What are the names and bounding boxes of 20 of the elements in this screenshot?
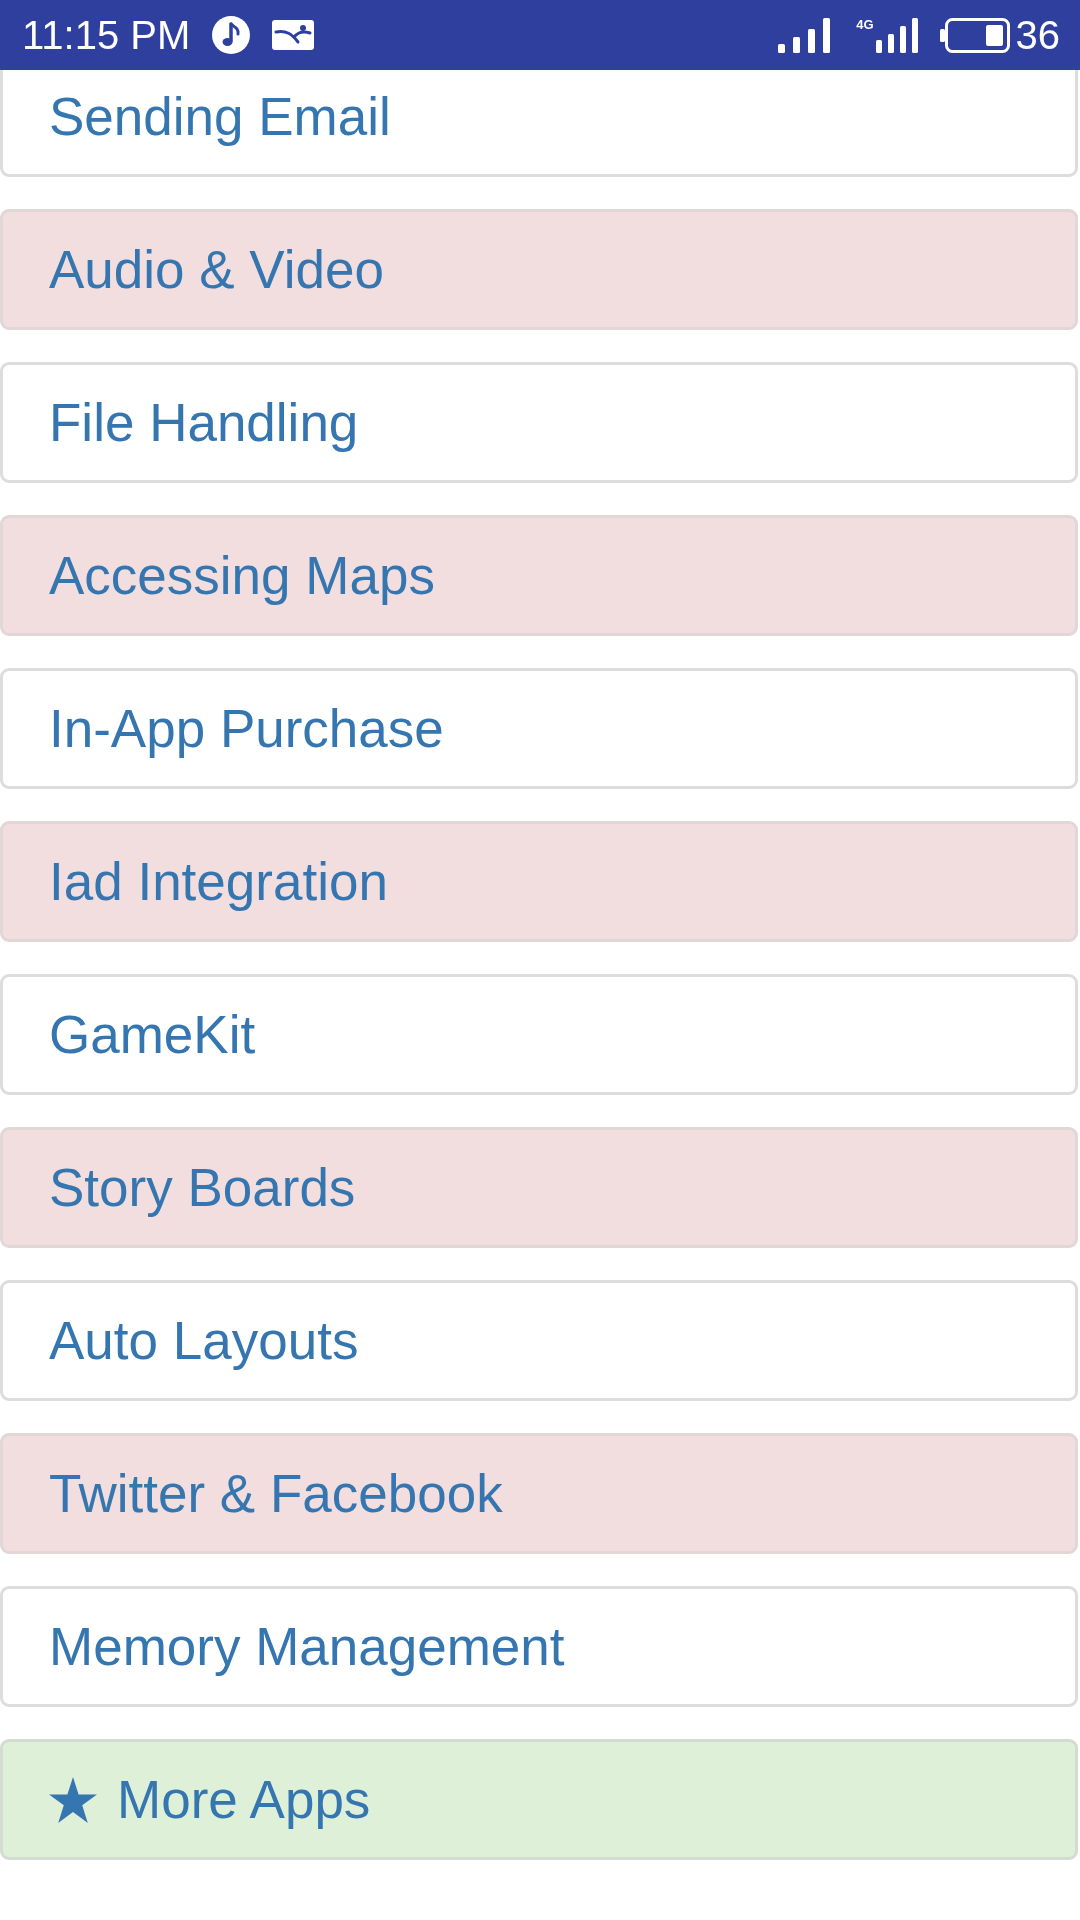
music-note-icon	[212, 16, 251, 54]
list-item[interactable]: Accessing Maps	[0, 515, 1078, 636]
list-item[interactable]: More Apps	[0, 1739, 1078, 1860]
list-item[interactable]: File Handling	[0, 362, 1078, 483]
list-item[interactable]: In-App Purchase	[0, 668, 1078, 789]
signal-icon	[875, 17, 920, 53]
image-icon	[272, 20, 315, 50]
network-type-label: 4G	[856, 17, 874, 31]
star-icon	[49, 1776, 97, 1823]
list-item[interactable]: Iad Integration	[0, 821, 1078, 942]
list-item[interactable]: Auto Layouts	[0, 1280, 1078, 1401]
list-item[interactable]: GameKit	[0, 974, 1078, 1095]
list-item[interactable]: Audio & Video	[0, 209, 1078, 330]
list-item[interactable]: Sending Email	[0, 70, 1078, 177]
battery-percent: 36	[1015, 15, 1060, 55]
list-item[interactable]: Twitter & Facebook	[0, 1433, 1078, 1554]
list-item[interactable]: Memory Management	[0, 1586, 1078, 1707]
status-time: 11:15 PM	[22, 15, 191, 55]
list-item[interactable]: Story Boards	[0, 1127, 1078, 1248]
battery-icon	[939, 17, 1010, 53]
